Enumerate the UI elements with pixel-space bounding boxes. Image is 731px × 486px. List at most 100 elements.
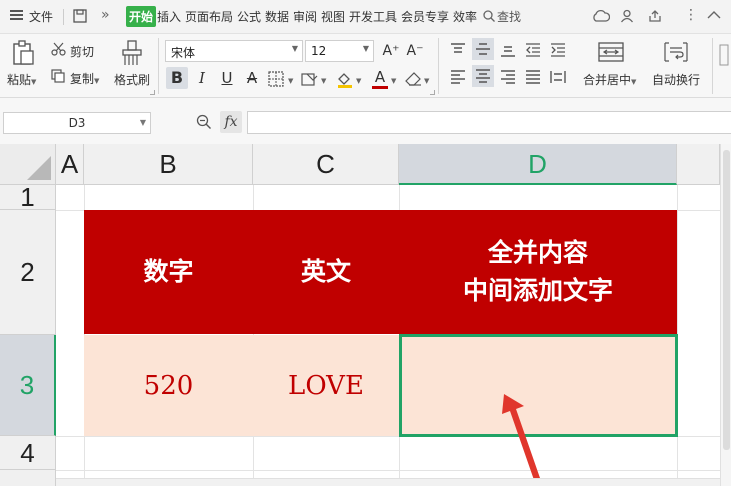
- search-label[interactable]: 查找: [497, 8, 521, 25]
- column-header-a[interactable]: A: [56, 144, 84, 185]
- wrap-text-icon[interactable]: [664, 42, 688, 65]
- clear-format-caret-icon[interactable]: ▼: [424, 72, 429, 86]
- paste-label: 粘贴: [7, 73, 32, 87]
- align-center-icon[interactable]: [472, 65, 494, 87]
- paste-button[interactable]: 粘贴▼: [7, 71, 36, 88]
- tab-insert[interactable]: 插入: [157, 8, 181, 25]
- font-name-value: 宋体: [171, 46, 196, 60]
- row-header-3[interactable]: 3: [0, 335, 56, 436]
- font-size-combo[interactable]: 12 ▼: [305, 40, 374, 62]
- tab-page-layout[interactable]: 页面布局: [185, 8, 233, 25]
- tab-member[interactable]: 会员专享: [401, 8, 449, 25]
- ribbon-overflow-icon[interactable]: [719, 44, 729, 69]
- distributed-align-icon[interactable]: [550, 70, 566, 87]
- save-icon[interactable]: [73, 9, 87, 26]
- copy-icon[interactable]: [51, 69, 65, 86]
- paste-icon[interactable]: [11, 40, 35, 69]
- copy-label: 复制: [70, 72, 95, 86]
- select-all-corner[interactable]: [0, 144, 56, 185]
- cell-c3-text: LOVE: [288, 370, 364, 401]
- decrease-indent-icon[interactable]: [525, 43, 541, 60]
- merge-center-button[interactable]: 合并居中▼: [583, 71, 636, 88]
- font-color-button[interactable]: A: [369, 66, 391, 88]
- zoom-icon[interactable]: [196, 114, 212, 134]
- more-options-icon[interactable]: ⋮: [684, 7, 698, 23]
- increase-indent-icon[interactable]: [550, 43, 566, 60]
- tab-efficiency[interactable]: 效率: [453, 8, 477, 25]
- borders-caret-icon[interactable]: ▼: [288, 72, 293, 86]
- name-box-value: D3: [68, 116, 86, 130]
- copy-button[interactable]: 复制▼: [70, 70, 99, 87]
- font-name-combo[interactable]: 宋体 ▼: [165, 40, 303, 62]
- column-header-d[interactable]: D: [399, 144, 677, 185]
- share-icon[interactable]: [648, 9, 662, 26]
- font-color-swatch: [372, 86, 388, 89]
- cell-d2-line2: 中间添加文字: [462, 276, 613, 305]
- align-top-icon[interactable]: [450, 43, 466, 60]
- cell-style-caret-icon[interactable]: ▼: [321, 72, 326, 86]
- cell-b2[interactable]: 数字: [84, 210, 253, 334]
- increase-font-size-button[interactable]: A⁺: [380, 40, 402, 62]
- cell-d2-line1: 全并内容: [487, 238, 588, 267]
- menu-bar: 文件 » 开始 插入 页面布局 公式 数据 审阅 视图 开发工具 会员专享 效率…: [0, 0, 731, 34]
- vertical-scrollbar[interactable]: [720, 144, 731, 486]
- hamburger-menu-icon[interactable]: [10, 10, 23, 20]
- strikethrough-button[interactable]: A: [241, 67, 263, 89]
- font-dialog-launcher[interactable]: [430, 90, 435, 95]
- underline-button[interactable]: U: [216, 67, 238, 89]
- horizontal-scrollbar[interactable]: [56, 478, 720, 486]
- vertical-scrollbar-thumb[interactable]: [723, 150, 730, 450]
- column-header-c[interactable]: C: [253, 144, 399, 185]
- format-painter-icon[interactable]: [121, 40, 143, 69]
- cell-c3[interactable]: LOVE: [253, 335, 399, 436]
- bold-button[interactable]: B: [166, 67, 188, 89]
- justify-icon[interactable]: [525, 70, 541, 87]
- tab-developer[interactable]: 开发工具: [349, 8, 397, 25]
- insert-function-button[interactable]: fx: [220, 111, 242, 133]
- fill-color-caret-icon[interactable]: ▼: [356, 72, 361, 86]
- fill-color-icon[interactable]: [336, 70, 354, 91]
- wrap-text-label[interactable]: 自动换行: [652, 71, 700, 88]
- tab-start[interactable]: 开始: [126, 6, 157, 27]
- cloud-sync-icon[interactable]: [592, 9, 611, 26]
- name-box[interactable]: D3 ▼: [3, 112, 151, 134]
- row-header-4[interactable]: 4: [0, 436, 56, 470]
- borders-icon[interactable]: [268, 71, 284, 90]
- clipboard-dialog-launcher[interactable]: [150, 90, 155, 95]
- collapse-ribbon-icon[interactable]: [707, 9, 721, 23]
- merge-center-icon[interactable]: [598, 42, 624, 65]
- font-color-caret-icon[interactable]: ▼: [391, 72, 396, 86]
- formula-input[interactable]: [247, 111, 731, 134]
- tab-view[interactable]: 视图: [321, 8, 345, 25]
- column-header-e[interactable]: [677, 144, 720, 185]
- merge-center-label: 合并居中: [583, 73, 632, 87]
- column-header-b[interactable]: B: [84, 144, 253, 185]
- search-icon[interactable]: [483, 10, 495, 25]
- tab-review[interactable]: 审阅: [293, 8, 317, 25]
- align-left-icon[interactable]: [450, 70, 466, 87]
- decrease-font-size-button[interactable]: A⁻: [404, 40, 426, 62]
- cell-c2[interactable]: 英文: [253, 210, 399, 334]
- ribbon-separator: [438, 38, 439, 94]
- user-icon[interactable]: [620, 9, 634, 26]
- align-bottom-icon[interactable]: [500, 43, 516, 60]
- cell-b3[interactable]: 520: [84, 335, 253, 436]
- clear-format-icon[interactable]: [405, 71, 423, 90]
- tab-formulas[interactable]: 公式: [237, 8, 261, 25]
- align-middle-icon[interactable]: [472, 38, 494, 60]
- tab-data[interactable]: 数据: [265, 8, 289, 25]
- row-header-5[interactable]: [0, 470, 56, 486]
- scissors-icon[interactable]: [51, 42, 66, 59]
- menu-file[interactable]: 文件: [29, 8, 53, 25]
- row-header-2[interactable]: 2: [0, 210, 56, 335]
- cell-style-icon[interactable]: [301, 71, 319, 90]
- format-painter-label[interactable]: 格式刷: [114, 71, 150, 88]
- spreadsheet-grid: A B C D 1 2 3 4 数字 英文 全并内容 中间添加文字 520 LO…: [0, 144, 731, 486]
- cell-c2-text: 英文: [300, 257, 351, 286]
- row-header-1[interactable]: 1: [0, 184, 56, 210]
- align-right-icon[interactable]: [500, 70, 516, 87]
- double-chevron-right-icon[interactable]: »: [101, 7, 110, 23]
- cell-d2[interactable]: 全并内容 中间添加文字: [399, 210, 677, 334]
- italic-button[interactable]: I: [191, 67, 213, 89]
- cut-label[interactable]: 剪切: [70, 43, 94, 60]
